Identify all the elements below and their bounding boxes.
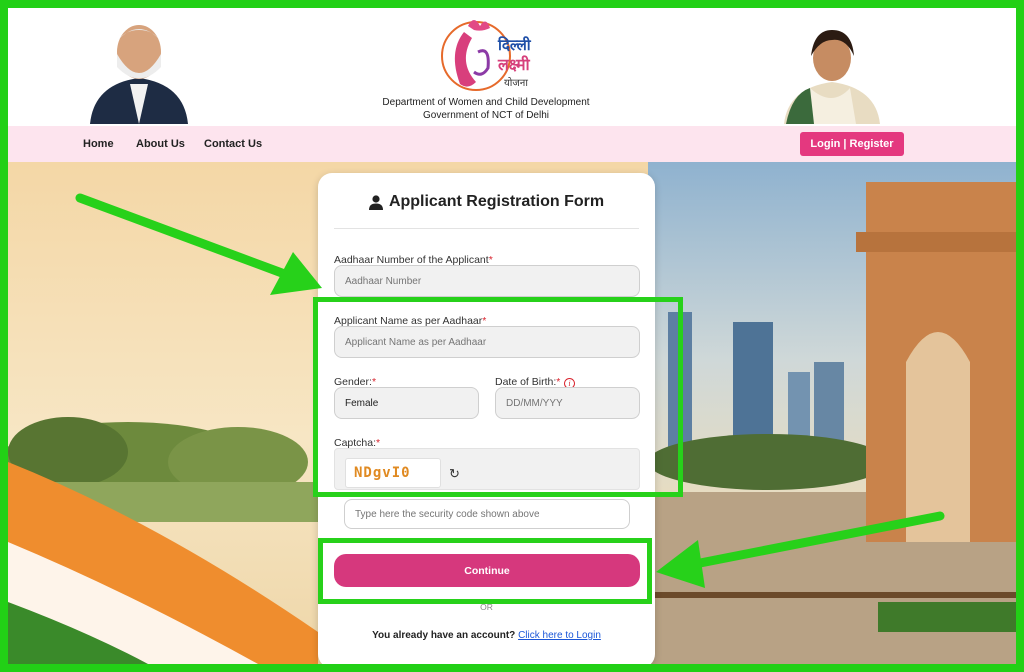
login-link[interactable]: Click here to Login <box>518 630 601 641</box>
logo-title-line2: लक्ष्मी <box>497 55 531 74</box>
form-title-text: Applicant Registration Form <box>388 193 605 210</box>
existing-account-text: You already have an account? Click here … <box>372 630 601 641</box>
login-register-button[interactable]: Login | Register <box>800 132 904 156</box>
prime-minister-photo <box>80 12 198 124</box>
department-line1: Department of Women and Child Developmen… <box>382 97 590 108</box>
department-title: Department of Women and Child Developmen… <box>308 96 664 122</box>
title-divider <box>334 228 639 229</box>
top-nav: Home About Us Contact Us Login | Registe… <box>8 126 1016 162</box>
chief-minister-photo <box>780 18 884 124</box>
delhi-lakshmi-logo: दिल्ली लक्ष्मी योजना <box>441 20 532 91</box>
nav-contact-link[interactable]: Contact Us <box>204 138 262 150</box>
nav-home-link[interactable]: Home <box>83 138 114 150</box>
user-icon <box>368 194 383 210</box>
logo-title-line3: योजना <box>504 77 528 89</box>
captcha-input[interactable] <box>344 499 630 529</box>
form-title: Applicant Registration Form <box>318 193 655 211</box>
site-header: दिल्ली लक्ष्मी योजना Department of Women… <box>8 8 1016 126</box>
aadhaar-input[interactable] <box>334 265 640 297</box>
highlight-box-continue <box>318 538 652 604</box>
nav-about-link[interactable]: About Us <box>136 138 185 150</box>
department-line2: Government of NCT of Delhi <box>423 110 549 121</box>
logo-title-line1: दिल्ली <box>497 36 532 54</box>
highlight-box-fields <box>313 297 683 497</box>
